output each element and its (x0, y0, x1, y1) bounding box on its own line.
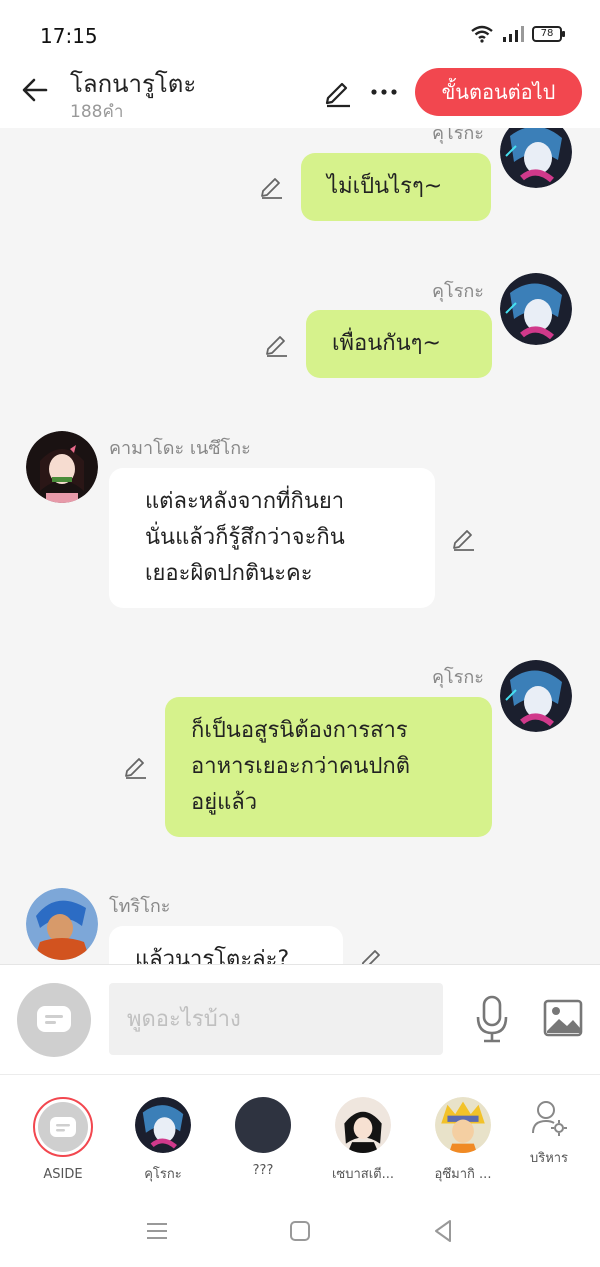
speaker-name: คุโรกะ (432, 128, 484, 144)
avatar-nezuko[interactable] (26, 431, 98, 503)
avatar (235, 1097, 291, 1153)
message-line: แต่ละหลังจากที่กินยา (145, 489, 345, 514)
speaker-name: คุโรกะ (432, 281, 484, 302)
back-arrow-icon[interactable] (20, 74, 52, 106)
avatar-toriko[interactable] (26, 888, 98, 960)
status-bar: 17:15 78 (0, 0, 600, 64)
message-text: แล้วนารูโตะล่ะ? (135, 947, 290, 964)
edit-message-icon[interactable] (263, 330, 291, 358)
character-kuroka[interactable]: คุโรกะ (113, 1097, 213, 1184)
edit-message-icon[interactable] (358, 944, 386, 964)
message-icon (37, 1006, 71, 1032)
battery-icon: 78 (532, 26, 565, 42)
message-icon (50, 1117, 76, 1137)
battery-level: 78 (540, 28, 554, 39)
signal-icon (503, 26, 524, 42)
message-input[interactable] (109, 983, 443, 1055)
character-label: คุโรกะ (144, 1167, 182, 1182)
message-line: อยู่แล้ว (191, 790, 258, 815)
message-bubble[interactable]: แต่ละหลังจากที่กินยา นั่นแล้วก็รู้สึกว่า… (109, 468, 435, 608)
avatar (335, 1097, 391, 1153)
status-icons: 78 (470, 25, 565, 43)
image-icon[interactable] (543, 999, 583, 1037)
edit-message-icon[interactable] (122, 752, 150, 780)
avatar (135, 1097, 191, 1153)
character-label: เซบาสเตี... (331, 1167, 395, 1182)
user-settings-icon (532, 1101, 567, 1136)
message-bubble[interactable]: แล้วนารูโตะล่ะ? (109, 926, 343, 964)
chat-area[interactable]: คุโรกะ ไม่เป็นไรๆ~ คุโรกะ เพื่อนกันๆ~ คา… (0, 128, 600, 964)
message-bubble[interactable]: ไม่เป็นไรๆ~ (301, 153, 491, 221)
aside-avatar (33, 1097, 93, 1157)
message-bubble[interactable]: เพื่อนกันๆ~ (306, 310, 492, 378)
character-unknown[interactable]: ??? (213, 1097, 313, 1178)
character-label: อุซึมากิ ... (434, 1167, 492, 1182)
speaker-name: โทริโกะ (109, 896, 171, 917)
character-label: ASIDE (43, 1167, 83, 1182)
message-line: ก็เป็นอสูรนิต้องการสาร (191, 718, 408, 743)
message-text: เพื่อนกันๆ~ (332, 331, 441, 356)
character-sebastian[interactable]: เซบาสเตี... (313, 1097, 413, 1184)
message-text: ไม่เป็นไรๆ~ (327, 174, 443, 199)
manage-label: บริหาร (529, 1151, 569, 1166)
message-line: อาหารเยอะกว่าคนปกติ (191, 754, 411, 779)
speaker-name: คุโรกะ (432, 667, 484, 688)
wifi-icon (471, 25, 493, 43)
character-naruto[interactable]: อุซึมากิ ... (413, 1097, 513, 1184)
character-label: ??? (252, 1163, 274, 1178)
system-nav-bar (0, 1194, 600, 1267)
message-line: นั่นแล้วก็รู้สึกว่าจะกิน (145, 525, 345, 550)
avatar-kuroka[interactable] (500, 660, 572, 732)
word-count: 188คำ (70, 102, 124, 122)
message-bubble[interactable]: ก็เป็นอสูรนิต้องการสาร อาหารเยอะกว่าคนปก… (165, 697, 492, 837)
microphone-icon[interactable] (474, 995, 510, 1043)
character-bar: ASIDE คุโรกะ ??? เซบาสเตี... อุซึมากิ ..… (0, 1074, 600, 1194)
avatar-kuroka[interactable] (500, 128, 572, 188)
edit-icon[interactable] (322, 76, 354, 108)
next-step-button[interactable]: ขั้นตอนต่อไป (415, 68, 582, 116)
character-aside[interactable]: ASIDE (13, 1097, 113, 1182)
back-icon[interactable] (428, 1216, 458, 1246)
manage-characters-button[interactable]: บริหาร (499, 1099, 599, 1168)
composer (0, 964, 600, 1074)
avatar (435, 1097, 491, 1153)
header: โลกนารูโตะ 188คำ ขั้นตอนต่อไป (0, 64, 600, 128)
avatar-kuroka[interactable] (500, 273, 572, 345)
more-icon[interactable] (368, 76, 400, 108)
edit-message-icon[interactable] (450, 524, 478, 552)
aside-toggle-button[interactable] (17, 983, 91, 1057)
speaker-name: คามาโดะ เนซึโกะ (109, 438, 251, 459)
status-time: 17:15 (40, 24, 98, 48)
message-line: เยอะผิดปกตินะคะ (145, 561, 313, 586)
edit-message-icon[interactable] (258, 172, 286, 200)
home-icon[interactable] (285, 1216, 315, 1246)
menu-icon[interactable] (142, 1216, 172, 1246)
